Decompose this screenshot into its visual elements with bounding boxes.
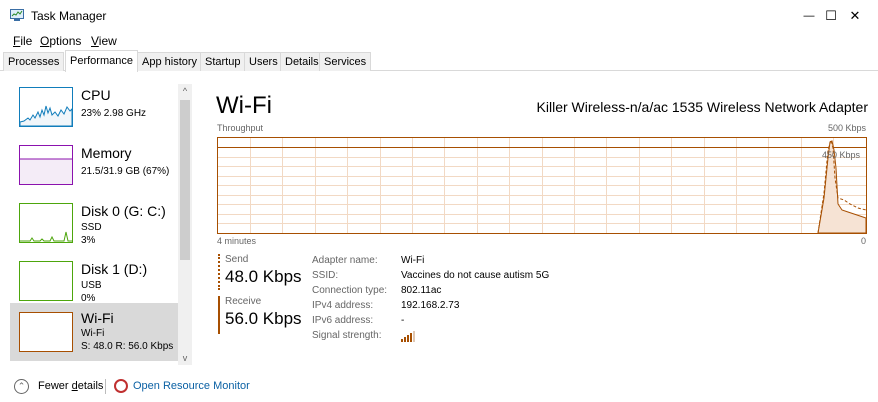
info-key: IPv6 address: xyxy=(312,315,374,326)
sidebar-scrollbar[interactable]: ^ v xyxy=(178,84,192,365)
footer: ⌃ Fewer details Open Resource Monitor xyxy=(0,371,878,402)
cpu-thumbnail-graph xyxy=(19,87,73,127)
disk0-thumbnail-graph xyxy=(19,203,73,243)
sidebar-item-cpu[interactable]: CPU 23% 2.98 GHz xyxy=(10,78,178,136)
throughput-graph: 450 Kbps xyxy=(217,137,867,234)
signal-bar xyxy=(401,339,403,342)
send-stat: Send 48.0 Kbps xyxy=(218,254,302,290)
throughput-label: Throughput xyxy=(217,123,264,133)
memory-thumbnail-graph xyxy=(19,145,73,185)
sidebar-item-wifi-adapter: Wi-Fi xyxy=(81,328,105,339)
menu-file-label: ile xyxy=(20,34,33,48)
sidebar-item-disk0-usage: 3% xyxy=(81,235,96,246)
page-title: Wi-Fi xyxy=(216,92,272,119)
chevron-up-icon: ^ xyxy=(182,86,188,96)
signal-bar xyxy=(413,331,415,342)
sidebar-item-wifi-name: Wi-Fi xyxy=(81,310,114,326)
resource-list: CPU 23% 2.98 GHz Memory 21.5/31.9 GB (67… xyxy=(0,72,192,365)
task-manager-icon xyxy=(10,9,24,21)
info-value: - xyxy=(401,315,405,326)
menu-options[interactable]: Options xyxy=(40,34,81,48)
send-value: 48.0 Kbps xyxy=(225,267,302,286)
time-span-label: 4 minutes xyxy=(217,236,257,246)
sidebar-item-disk0-type: SSD xyxy=(81,222,102,233)
sidebar-item-cpu-name: CPU xyxy=(81,87,111,103)
fewer-details-label-start: Fewer xyxy=(38,380,72,392)
info-value: 802.11ac xyxy=(401,285,442,296)
scroll-up-button[interactable]: ^ xyxy=(178,84,192,98)
chevron-up-circle-icon[interactable]: ⌃ xyxy=(14,379,29,394)
sidebar-item-disk1-name: Disk 1 (D:) xyxy=(81,261,148,277)
signal-bar xyxy=(404,337,406,342)
adapter-model: Killer Wireless-n/a/ac 1535 Wireless Net… xyxy=(536,99,868,115)
resource-monitor-icon[interactable] xyxy=(114,379,128,393)
sidebar-item-cpu-detail: 23% 2.98 GHz xyxy=(81,108,147,119)
tab-bar: Processes Performance App history Startu… xyxy=(0,50,878,72)
receive-value: 56.0 Kbps xyxy=(225,309,302,328)
send-indicator xyxy=(218,254,220,290)
tab-startup[interactable]: Startup xyxy=(200,52,246,71)
menu-bar: File Options View xyxy=(0,31,878,49)
scale-marker-label: 450 Kbps xyxy=(822,150,861,160)
fewer-details-link[interactable]: Fewer details xyxy=(38,380,103,392)
menu-options-label: ptions xyxy=(49,34,82,48)
receive-stat: Receive 56.0 Kbps xyxy=(218,296,302,334)
info-key: SSID: xyxy=(312,270,339,281)
wifi-thumbnail-graph xyxy=(19,312,73,352)
signal-strength-icon xyxy=(401,330,415,345)
menu-view-mnemonic: V xyxy=(91,34,99,48)
info-value: Vaccines do not cause autism 5G xyxy=(401,270,550,281)
sidebar-item-disk1-type: USB xyxy=(81,280,102,291)
close-icon: ✕ xyxy=(849,7,861,23)
tab-processes[interactable]: Processes xyxy=(3,52,65,71)
menu-file[interactable]: File xyxy=(13,34,32,48)
menu-options-mnemonic: O xyxy=(40,34,50,48)
send-label: Send xyxy=(225,254,249,265)
tab-app-history[interactable]: App history xyxy=(137,52,203,71)
info-key: Connection type: xyxy=(312,285,388,296)
sidebar-item-memory-name: Memory xyxy=(81,145,132,161)
receive-label: Receive xyxy=(225,296,262,307)
sidebar-item-memory-detail: 21.5/31.9 GB (67%) xyxy=(81,166,170,177)
chevron-down-icon: v xyxy=(182,353,188,363)
open-resource-monitor-link[interactable]: Open Resource Monitor xyxy=(133,380,250,392)
sidebar-item-disk1[interactable]: Disk 1 (D:) USB 0% xyxy=(10,252,178,310)
sidebar-item-disk0[interactable]: Disk 0 (G: C:) SSD 3% xyxy=(10,194,178,252)
footer-divider xyxy=(105,379,106,394)
info-value: Wi-Fi xyxy=(401,255,425,266)
scale-min-label: 0 xyxy=(860,236,866,246)
info-key: IPv4 address: xyxy=(312,300,374,311)
graph-grid xyxy=(218,138,866,233)
sidebar-item-disk0-name: Disk 0 (G: C:) xyxy=(81,203,166,219)
sidebar-item-wifi[interactable]: Wi-Fi Wi-Fi S: 48.0 R: 56.0 Kbps xyxy=(10,303,178,361)
scroll-down-button[interactable]: v xyxy=(178,351,192,365)
disk1-thumbnail-graph xyxy=(19,261,73,301)
tab-users[interactable]: Users xyxy=(244,52,283,71)
sidebar-item-memory[interactable]: Memory 21.5/31.9 GB (67%) xyxy=(10,136,178,194)
title-bar: Task Manager — ☐ ✕ xyxy=(0,0,878,31)
window-title: Task Manager xyxy=(31,9,107,23)
menu-view-label: iew xyxy=(98,34,117,48)
fewer-details-label-end: etails xyxy=(77,380,104,392)
close-button[interactable]: ✕ xyxy=(832,0,878,31)
tab-services[interactable]: Services xyxy=(319,52,372,71)
receive-indicator xyxy=(218,296,220,334)
tab-details[interactable]: Details xyxy=(280,52,324,71)
scroll-thumb[interactable] xyxy=(180,100,190,260)
menu-view[interactable]: View xyxy=(91,34,117,48)
info-key: Adapter name: xyxy=(312,255,378,266)
scale-max-label: 500 Kbps xyxy=(827,123,866,133)
info-value: 192.168.2.73 xyxy=(401,300,460,311)
info-key: Signal strength: xyxy=(312,330,382,341)
sidebar-item-wifi-rates: S: 48.0 R: 56.0 Kbps xyxy=(81,341,174,352)
tab-performance[interactable]: Performance xyxy=(65,50,138,72)
wifi-detail-panel: Wi-Fi Killer Wireless-n/a/ac 1535 Wirele… xyxy=(200,72,878,365)
signal-bar xyxy=(407,335,409,342)
signal-bar xyxy=(410,333,412,342)
